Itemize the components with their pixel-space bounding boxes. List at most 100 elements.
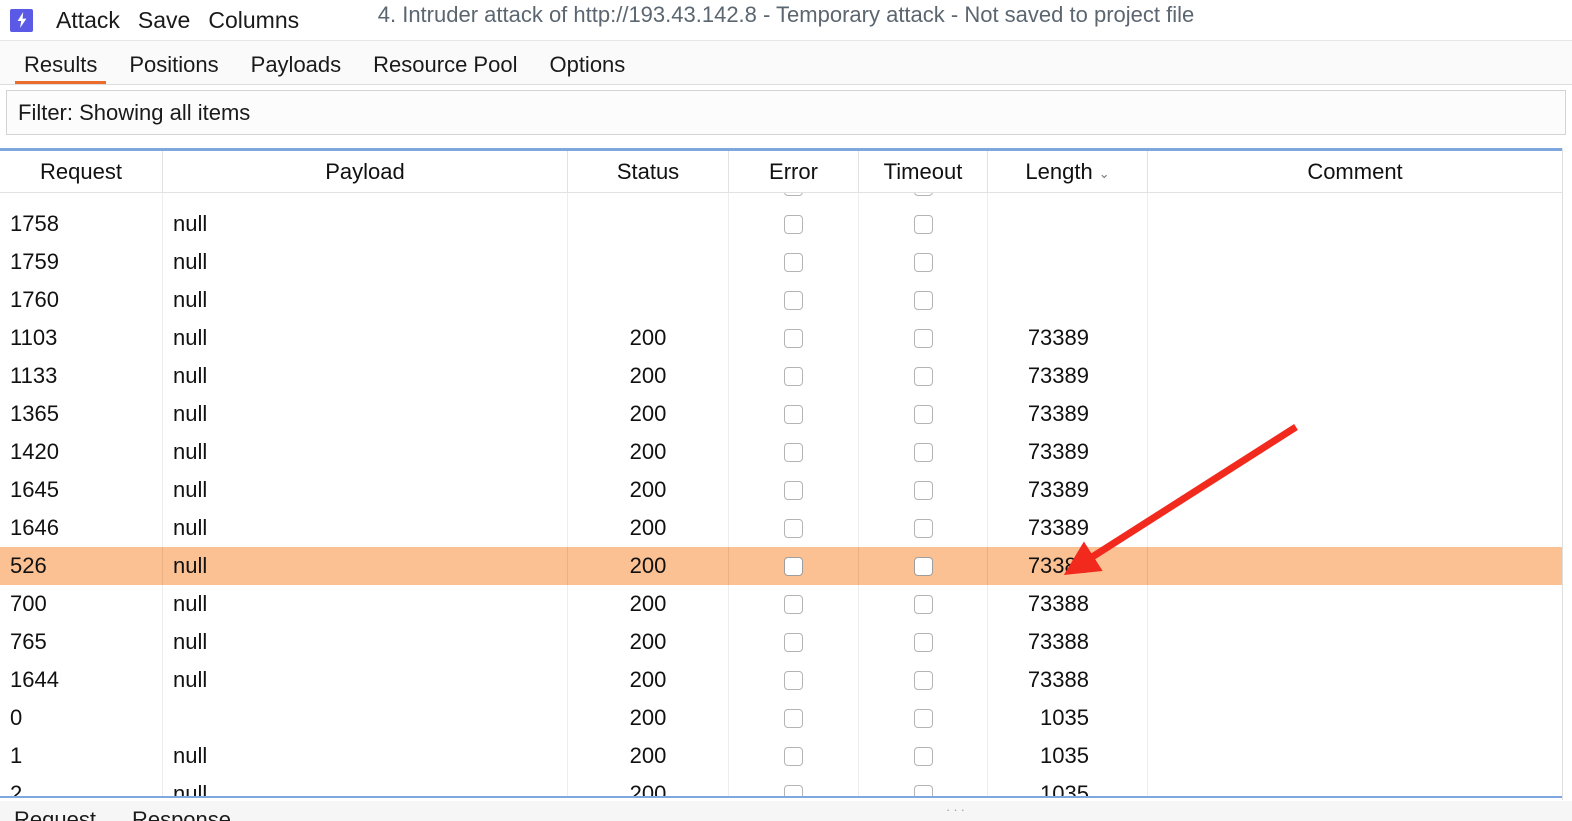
timeout-checkbox[interactable] <box>913 784 933 796</box>
cell-error <box>729 699 859 737</box>
cell-request: 1365 <box>0 395 163 433</box>
table-row[interactable]: 526 null 200 73388 <box>0 547 1562 585</box>
panel-splitter[interactable]: ··· Request Response <box>0 800 1572 821</box>
table-row[interactable]: 1758 null <box>0 205 1562 243</box>
cell-request: 1133 <box>0 357 163 395</box>
timeout-checkbox[interactable] <box>913 442 933 462</box>
splitter-handle-icon[interactable]: ··· <box>946 803 968 816</box>
menu-item-save[interactable]: Save <box>129 8 199 32</box>
table-row[interactable]: 1757null <box>0 193 1562 205</box>
cell-error <box>729 585 859 623</box>
table-row[interactable]: 1103 null 200 73389 <box>0 319 1562 357</box>
timeout-checkbox[interactable] <box>913 518 933 538</box>
timeout-checkbox[interactable] <box>913 594 933 614</box>
table-row[interactable]: 1760 null <box>0 281 1562 319</box>
cell-status: 200 <box>568 357 729 395</box>
cell-payload: null <box>163 205 568 243</box>
timeout-checkbox[interactable] <box>913 670 933 690</box>
table-row[interactable]: 1420 null 200 73389 <box>0 433 1562 471</box>
timeout-checkbox[interactable] <box>913 366 933 386</box>
error-checkbox[interactable] <box>784 518 803 538</box>
cell-comment <box>1148 319 1562 357</box>
error-checkbox[interactable] <box>784 404 803 424</box>
timeout-checkbox[interactable] <box>913 328 933 348</box>
bottom-tab-response[interactable]: Response <box>132 807 231 821</box>
tab-positions[interactable]: Positions <box>113 54 234 84</box>
cell-length <box>988 193 1148 205</box>
table-row[interactable]: 1365 null 200 73389 <box>0 395 1562 433</box>
cell-payload: null <box>163 547 568 585</box>
column-header-error[interactable]: Error <box>729 151 859 192</box>
cell-request: 1420 <box>0 433 163 471</box>
error-checkbox[interactable] <box>784 193 803 196</box>
cell-payload: null <box>163 243 568 281</box>
error-checkbox[interactable] <box>784 632 803 652</box>
table-row[interactable]: 2 null 200 1035 <box>0 775 1562 796</box>
cell-length: 73388 <box>988 547 1148 585</box>
cell-error <box>729 433 859 471</box>
timeout-checkbox[interactable] <box>913 632 933 652</box>
table-row[interactable]: 1644 null 200 73388 <box>0 661 1562 699</box>
column-header-payload-label: Payload <box>325 158 405 184</box>
menu-item-attack[interactable]: Attack <box>47 8 129 32</box>
table-row[interactable]: 1133 null 200 73389 <box>0 357 1562 395</box>
table-row[interactable]: 1759 null <box>0 243 1562 281</box>
timeout-checkbox[interactable] <box>913 556 933 576</box>
error-checkbox[interactable] <box>784 290 803 310</box>
column-header-comment[interactable]: Comment <box>1148 151 1562 192</box>
error-checkbox[interactable] <box>784 366 803 386</box>
cell-timeout <box>859 433 988 471</box>
timeout-checkbox[interactable] <box>913 193 933 196</box>
table-row[interactable]: 0 200 1035 <box>0 699 1562 737</box>
error-checkbox[interactable] <box>784 328 803 348</box>
cell-timeout <box>859 585 988 623</box>
table-body[interactable]: 1757null1758null1759null1760null1103null… <box>0 193 1562 798</box>
column-header-payload[interactable]: Payload <box>163 151 568 192</box>
table-row[interactable]: 1646 null 200 73389 <box>0 509 1562 547</box>
timeout-checkbox[interactable] <box>913 480 933 500</box>
menu-item-columns[interactable]: Columns <box>199 8 308 32</box>
tab-payloads[interactable]: Payloads <box>235 54 358 84</box>
table-row[interactable]: 700 null 200 73388 <box>0 585 1562 623</box>
error-checkbox[interactable] <box>784 442 803 462</box>
filter-bar[interactable]: Filter: Showing all items <box>6 90 1566 135</box>
vertical-scrollbar[interactable] <box>1562 148 1572 800</box>
cell-error <box>729 193 859 205</box>
error-checkbox[interactable] <box>784 670 803 690</box>
column-header-length[interactable]: Length ⌄ <box>988 151 1148 192</box>
error-checkbox[interactable] <box>784 784 803 796</box>
timeout-checkbox[interactable] <box>913 746 933 766</box>
cell-payload: null <box>163 471 568 509</box>
table-row[interactable]: 1645 null 200 73389 <box>0 471 1562 509</box>
timeout-checkbox[interactable] <box>913 708 933 728</box>
column-header-request[interactable]: Request <box>0 151 163 192</box>
error-checkbox[interactable] <box>784 556 803 576</box>
timeout-checkbox[interactable] <box>913 290 933 310</box>
error-checkbox[interactable] <box>784 480 803 500</box>
column-header-status[interactable]: Status <box>568 151 729 192</box>
tab-results[interactable]: Results <box>8 54 113 84</box>
cell-comment <box>1148 205 1562 243</box>
error-checkbox[interactable] <box>784 214 803 234</box>
tab-resource-pool[interactable]: Resource Pool <box>357 54 533 84</box>
cell-request: 526 <box>0 547 163 585</box>
timeout-checkbox[interactable] <box>913 214 933 234</box>
cell-payload: null <box>163 281 568 319</box>
cell-status: 200 <box>568 623 729 661</box>
table-row[interactable]: 765 null 200 73388 <box>0 623 1562 661</box>
error-checkbox[interactable] <box>784 746 803 766</box>
cell-error <box>729 395 859 433</box>
error-checkbox[interactable] <box>784 708 803 728</box>
cell-comment <box>1148 585 1562 623</box>
bottom-tab-request[interactable]: Request <box>14 807 96 821</box>
table-row[interactable]: 1 null 200 1035 <box>0 737 1562 775</box>
error-checkbox[interactable] <box>784 594 803 614</box>
column-header-timeout[interactable]: Timeout <box>859 151 988 192</box>
cell-timeout <box>859 243 988 281</box>
cell-timeout <box>859 205 988 243</box>
column-header-status-label: Status <box>616 158 680 184</box>
timeout-checkbox[interactable] <box>913 252 933 272</box>
error-checkbox[interactable] <box>784 252 803 272</box>
timeout-checkbox[interactable] <box>913 404 933 424</box>
tab-options[interactable]: Options <box>533 54 641 84</box>
